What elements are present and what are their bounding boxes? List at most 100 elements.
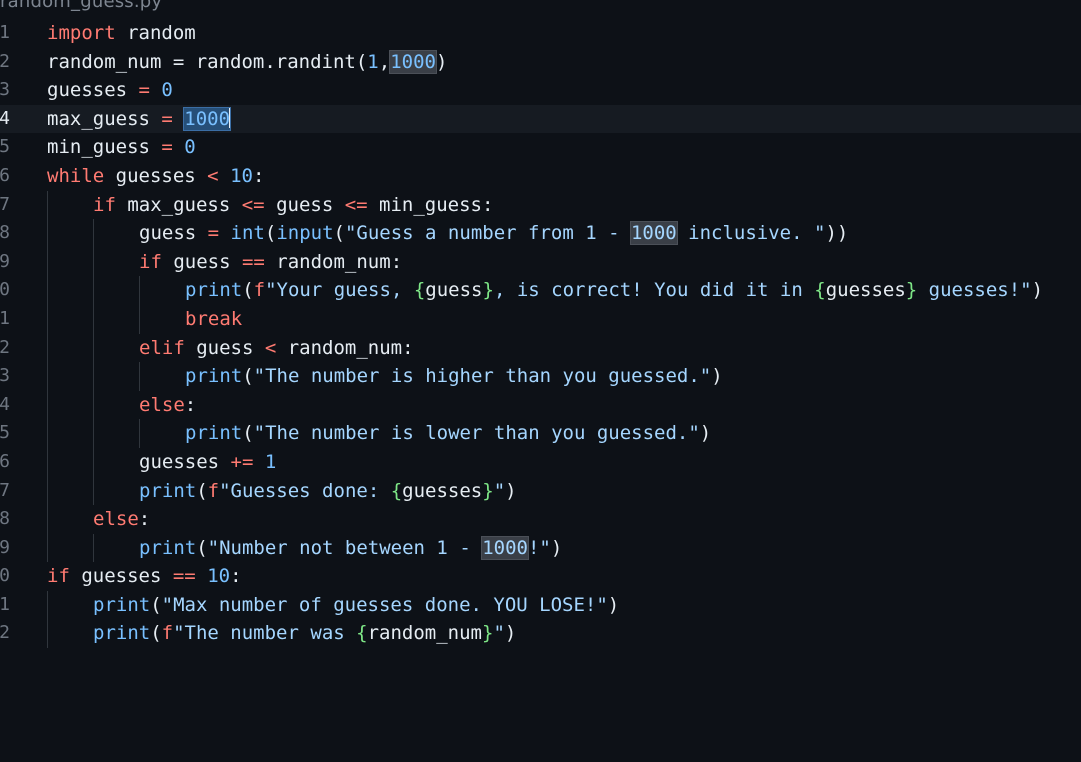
code-text[interactable]: min_guess = 0 <box>47 133 196 162</box>
code-text[interactable]: elif guess < random_num: <box>139 334 414 363</box>
code-line-12[interactable]: 2 elif guess < random_num: <box>0 333 1081 363</box>
code-line-22[interactable]: 2 print(f"The number was {random_num}") <box>0 619 1081 649</box>
code-token: guess <box>184 336 265 359</box>
code-text[interactable]: print(f"The number was {random_num}") <box>93 619 516 648</box>
builtin-function: int <box>230 222 265 245</box>
code-text[interactable]: max_guess = 1000 <box>47 105 232 134</box>
operator: <= <box>241 193 265 216</box>
code-token: min_guess <box>47 136 162 159</box>
interpolated-variable: guesses <box>402 479 483 502</box>
code-token: ) <box>1031 279 1044 302</box>
line-number: 4 <box>0 393 10 415</box>
code-line-9[interactable]: 9 if guess == random_num: <box>0 247 1081 277</box>
builtin-function: print <box>93 622 151 645</box>
code-text[interactable]: print("Max number of guesses done. YOU L… <box>93 591 619 620</box>
indent-guide <box>139 304 140 334</box>
code-line-18[interactable]: 8 else: <box>0 505 1081 534</box>
code-text[interactable]: print(f"Your guess, {guess}, is correct!… <box>185 276 1043 305</box>
code-line-16[interactable]: 6 guesses += 1 <box>0 447 1081 477</box>
keyword: while <box>47 164 105 187</box>
code-line-8[interactable]: 8 guess = int(input("Guess a number from… <box>0 219 1081 248</box>
code-text[interactable]: else: <box>139 391 196 420</box>
indent-guide <box>139 362 140 391</box>
code-line-3[interactable]: 3 guesses = 0 <box>0 76 1081 105</box>
fstring-prefix: f <box>207 479 220 502</box>
operator: <= <box>344 193 368 216</box>
code-text[interactable]: random_num = random.randint(1,1000) <box>47 48 447 77</box>
code-text[interactable]: guesses = 0 <box>47 76 173 105</box>
code-line-20[interactable]: 0 if guesses == 10: <box>0 562 1081 591</box>
keyword: if <box>93 193 116 216</box>
code-line-21[interactable]: 1 print("Max number of guesses done. YOU… <box>0 590 1081 620</box>
code-text[interactable]: if max_guess <= guess <= min_guess: <box>93 191 493 220</box>
code-line-7[interactable]: 7 if max_guess <= guess <= min_guess: <box>0 190 1081 220</box>
code-line-17[interactable]: 7 print(f"Guesses done: {guesses}") <box>0 476 1081 506</box>
operator: = <box>138 79 150 102</box>
code-line-11[interactable]: 1 break <box>0 304 1081 334</box>
code-token: guesses <box>69 565 173 588</box>
code-text[interactable]: else: <box>93 505 150 534</box>
code-text[interactable]: break <box>185 305 242 334</box>
code-token: guess <box>264 193 345 216</box>
code-line-14[interactable]: 4 else: <box>0 390 1081 420</box>
indent-guide <box>93 476 94 506</box>
line-number: 2 <box>0 622 10 644</box>
string-highlight: 1000 <box>629 221 678 246</box>
code-token: random_num: <box>264 250 403 273</box>
code-line-6[interactable]: 6 while guesses < 10: <box>0 162 1081 191</box>
code-text[interactable]: print("Number not between 1 - 1000!") <box>139 534 562 563</box>
interpolated-variable: guess <box>425 279 483 302</box>
code-line-19[interactable]: 9 print("Number not between 1 - 1000!") <box>0 533 1081 563</box>
line-number: 5 <box>0 136 10 158</box>
code-line-15[interactable]: 5 print("The number is lower than you gu… <box>0 419 1081 448</box>
code-line-4-current[interactable]: 4 max_guess = 1000 <box>0 104 1081 134</box>
code-token: ) <box>699 422 712 445</box>
code-line-2[interactable]: 2 random_num = random.randint(1,1000) <box>0 48 1081 77</box>
code-text[interactable]: if guesses == 10: <box>47 562 242 591</box>
text-cursor <box>229 107 232 128</box>
indent-guide <box>47 390 48 420</box>
code-token: : <box>230 565 242 588</box>
code-text[interactable]: guesses += 1 <box>139 448 276 477</box>
code-text[interactable]: print(f"Guesses done: {guesses}") <box>139 477 517 506</box>
indent-guide <box>93 219 94 248</box>
code-text[interactable]: print("The number is lower than you gues… <box>185 419 711 448</box>
keyword: if <box>139 250 162 273</box>
code-line-10[interactable]: 0 print(f"Your guess, {guess}, is correc… <box>0 276 1081 305</box>
code-token: ( <box>264 222 277 245</box>
code-text[interactable]: print("The number is higher than you gue… <box>185 362 723 391</box>
indent-guide <box>47 590 48 620</box>
code-text[interactable]: guess = int(input("Guess a number from 1… <box>139 219 848 248</box>
code-token: ( <box>196 479 208 502</box>
indent-guide <box>93 447 94 477</box>
code-token: max_guess <box>115 193 242 216</box>
indent-guide <box>93 362 94 391</box>
code-token: ) <box>435 50 448 73</box>
code-token: guesses <box>104 164 208 187</box>
code-line-1[interactable]: 1 import random <box>0 19 1081 48</box>
code-token: ( <box>242 279 254 302</box>
code-text[interactable]: while guesses < 10: <box>47 162 264 191</box>
string-literal: "Number not between 1 - <box>207 536 483 559</box>
line-number: 4 <box>0 107 10 129</box>
indent-guide <box>93 304 94 334</box>
string-literal: "Guesses done: <box>219 479 391 502</box>
code-line-5[interactable]: 5 min_guess = 0 <box>0 133 1081 162</box>
code-token: guess <box>139 222 208 245</box>
number-literal: 0 <box>161 79 173 102</box>
operator: < <box>207 164 219 187</box>
code-editor[interactable]: 1 import random 2 random_num = random.ra… <box>0 19 1081 649</box>
keyword: elif <box>139 336 185 359</box>
indent-guide <box>93 533 94 563</box>
string-literal: "Max number of guesses done. YOU LOSE!" <box>161 593 608 616</box>
indent-guide <box>139 419 140 448</box>
code-text[interactable]: import random <box>47 19 196 48</box>
code-line-13[interactable]: 3 print("The number is higher than you g… <box>0 362 1081 391</box>
indent-guide <box>47 362 48 391</box>
string-highlight: 1000 <box>481 535 529 560</box>
line-number: 0 <box>0 565 10 587</box>
file-tab-title[interactable]: random_guess.py <box>0 0 162 13</box>
code-text[interactable]: if guess == random_num: <box>139 248 402 277</box>
